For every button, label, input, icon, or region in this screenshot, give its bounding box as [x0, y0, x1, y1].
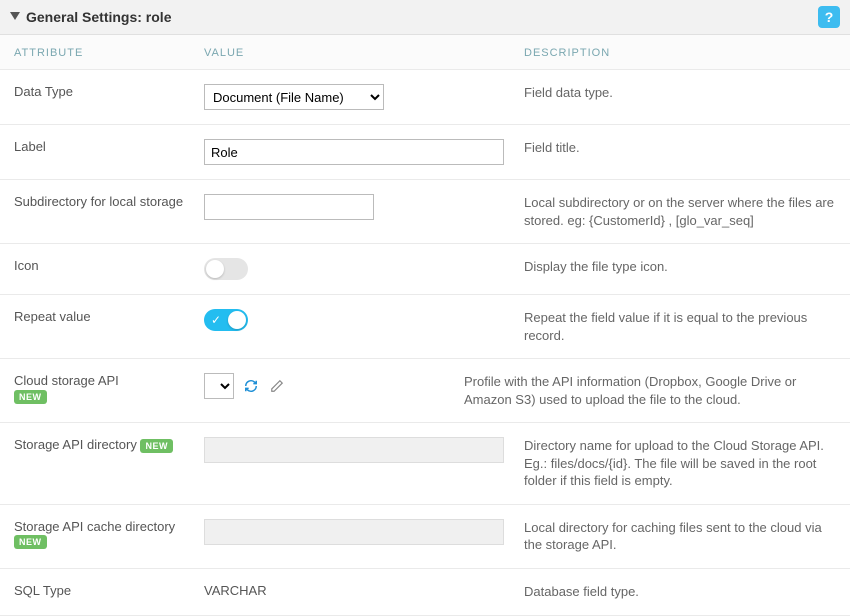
new-badge: NEW — [14, 535, 47, 549]
label-subdir: Subdirectory for local storage — [14, 194, 204, 209]
label-storage-cache-text: Storage API cache directory — [14, 519, 175, 534]
row-storage-dir: Storage API directory NEW Directory name… — [0, 423, 850, 505]
desc-label: Field title. — [524, 139, 836, 157]
help-button[interactable]: ? — [818, 6, 840, 28]
col-header-description: DESCRIPTION — [524, 47, 836, 59]
sql-type-value: VARCHAR — [204, 583, 267, 598]
label-label: Label — [14, 139, 204, 154]
collapse-icon[interactable] — [10, 12, 20, 22]
label-input[interactable] — [204, 139, 504, 165]
desc-repeat: Repeat the field value if it is equal to… — [524, 309, 836, 344]
col-header-attribute: ATTRIBUTE — [14, 47, 204, 59]
label-cloud-api: Cloud storage API NEW — [14, 373, 204, 404]
row-icon: Icon Display the file type icon. — [0, 244, 850, 295]
cloud-api-select[interactable] — [204, 373, 234, 399]
check-icon: ✓ — [211, 313, 221, 327]
repeat-toggle[interactable]: ✓ — [204, 309, 248, 331]
row-sql-type: SQL Type VARCHAR Database field type. — [0, 569, 850, 616]
desc-icon: Display the file type icon. — [524, 258, 836, 276]
columns-header: ATTRIBUTE VALUE DESCRIPTION — [0, 35, 850, 70]
label-storage-dir: Storage API directory NEW — [14, 437, 204, 453]
col-header-value: VALUE — [204, 47, 524, 59]
row-cloud-api: Cloud storage API NEW Profile with the A… — [0, 359, 850, 423]
label-sql-type: SQL Type — [14, 583, 204, 598]
new-badge: NEW — [140, 439, 173, 453]
toggle-knob — [228, 311, 246, 329]
label-icon: Icon — [14, 258, 204, 273]
desc-data-type: Field data type. — [524, 84, 836, 102]
row-subdir: Subdirectory for local storage Local sub… — [0, 180, 850, 244]
desc-subdir: Local subdirectory or on the server wher… — [524, 194, 836, 229]
desc-storage-cache: Local directory for caching files sent t… — [524, 519, 836, 554]
row-data-type: Data Type Document (File Name) Field dat… — [0, 70, 850, 125]
new-badge: NEW — [14, 390, 47, 404]
label-repeat: Repeat value — [14, 309, 204, 324]
desc-storage-dir: Directory name for upload to the Cloud S… — [524, 437, 836, 490]
refresh-icon[interactable] — [242, 377, 260, 395]
desc-sql-type: Database field type. — [524, 583, 836, 601]
desc-cloud-api: Profile with the API information (Dropbo… — [464, 373, 836, 408]
label-cloud-api-text: Cloud storage API — [14, 373, 119, 388]
toggle-knob — [206, 260, 224, 278]
icon-toggle[interactable] — [204, 258, 248, 280]
storage-cache-input — [204, 519, 504, 545]
edit-icon[interactable] — [268, 377, 286, 395]
data-type-select[interactable]: Document (File Name) — [204, 84, 384, 110]
label-storage-dir-text: Storage API directory — [14, 437, 137, 452]
label-storage-cache: Storage API cache directory NEW — [14, 519, 204, 550]
panel-header: General Settings: role ? — [0, 0, 850, 35]
settings-panel: General Settings: role ? ATTRIBUTE VALUE… — [0, 0, 850, 616]
storage-dir-input — [204, 437, 504, 463]
row-storage-cache: Storage API cache directory NEW Local di… — [0, 505, 850, 569]
subdir-input[interactable] — [204, 194, 374, 220]
row-label: Label Field title. — [0, 125, 850, 180]
row-repeat: Repeat value ✓ Repeat the field value if… — [0, 295, 850, 359]
label-data-type: Data Type — [14, 84, 204, 99]
panel-title: General Settings: role — [26, 9, 171, 25]
